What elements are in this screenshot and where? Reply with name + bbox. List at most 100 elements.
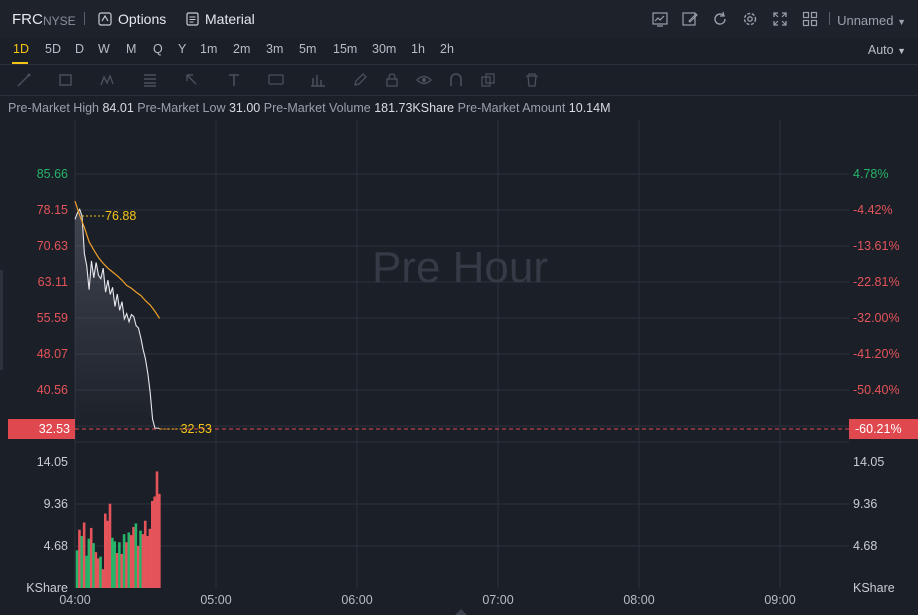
- current-percent-tag-label: -60.21%: [855, 422, 902, 436]
- volume-bar: [155, 471, 159, 588]
- tab-period-y[interactable]: Y: [178, 42, 186, 56]
- eye-icon[interactable]: [416, 72, 432, 88]
- premarket-stats: Pre-Market High 84.01 Pre-Market Low 31.…: [8, 101, 611, 115]
- volume-bar: [125, 542, 128, 588]
- material-label: Material: [205, 11, 255, 27]
- grid: [74, 120, 849, 588]
- percent-tick-label: 4.78%: [853, 167, 888, 181]
- tab-period-15m[interactable]: 15m: [333, 42, 357, 56]
- options-button[interactable]: Options: [98, 11, 166, 27]
- indicator-icon[interactable]: [651, 10, 669, 28]
- volume-bar: [115, 553, 119, 588]
- document-icon: [186, 12, 199, 26]
- volume-bar: [87, 538, 91, 588]
- layout-grid-icon[interactable]: [801, 10, 819, 28]
- volume-bar: [141, 534, 145, 588]
- time-tick-label: 06:00: [341, 593, 372, 607]
- fullscreen-icon[interactable]: [771, 10, 789, 28]
- volume-bar: [99, 556, 102, 588]
- tab-period-1d[interactable]: 1D: [13, 42, 29, 56]
- premarket-volume-value: 181.73KShare: [374, 101, 455, 115]
- tab-period-5d[interactable]: 5D: [45, 42, 61, 56]
- volume-tick-label: 4.68: [44, 539, 68, 553]
- premarket-volume-label: Pre-Market Volume: [263, 101, 371, 115]
- price-tick-label: 63.11: [38, 275, 68, 289]
- left-scroll-handle[interactable]: [0, 270, 3, 370]
- lock-icon[interactable]: [384, 72, 400, 88]
- percent-tick-label: -41.20%: [853, 347, 900, 361]
- volume-bar: [122, 534, 126, 588]
- volume-bar: [89, 527, 93, 588]
- pencil-icon[interactable]: [352, 72, 368, 88]
- volume-bar: [108, 503, 112, 588]
- refresh-icon[interactable]: [711, 10, 729, 28]
- high-callout-label: 76.88: [105, 209, 136, 223]
- tab-period-w[interactable]: W: [98, 42, 110, 56]
- options-label: Options: [118, 11, 167, 27]
- tab-period-2h[interactable]: 2h: [440, 42, 454, 56]
- volume-bar: [151, 501, 154, 588]
- volume-bar: [106, 520, 109, 588]
- measure-tool-icon[interactable]: [310, 72, 326, 88]
- rectangle-tool-icon[interactable]: [58, 72, 74, 88]
- trendline-tool-icon[interactable]: [16, 72, 32, 88]
- volume-bar: [139, 530, 142, 588]
- active-tab-indicator: [12, 62, 28, 64]
- tab-period-2m[interactable]: 2m: [233, 42, 250, 56]
- scale-mode-label: Auto: [867, 43, 894, 57]
- options-icon: [98, 12, 112, 26]
- premarket-amount-value: 10.14M: [568, 101, 611, 115]
- time-tick-label: 08:00: [623, 593, 654, 607]
- volume-bar: [153, 496, 156, 588]
- time-tick-label: 09:00: [764, 593, 795, 607]
- current-price-tag-label: 32.53: [39, 422, 70, 436]
- tab-period-d[interactable]: D: [75, 42, 84, 56]
- volume-bar: [75, 550, 79, 588]
- volume-bar: [111, 537, 114, 588]
- scale-mode-dropdown[interactable]: Auto ▼: [868, 43, 906, 57]
- symbol-ticker[interactable]: FRC: [12, 11, 43, 28]
- top-toolbar: FRC NYSE Options Material Unnamed ▼: [0, 0, 918, 39]
- volume-bar: [158, 493, 161, 588]
- tab-period-3m[interactable]: 3m: [266, 42, 283, 56]
- arrow-tool-icon[interactable]: [184, 72, 200, 88]
- tab-period-m[interactable]: M: [126, 42, 136, 56]
- divider: [84, 12, 85, 25]
- edit-icon[interactable]: [681, 10, 699, 28]
- volume-bar: [104, 513, 107, 588]
- layout-name-label: Unnamed: [837, 13, 894, 28]
- price-chart[interactable]: Pre Hour 76.88 32.53 85.66 78.15 70.63 63.11…: [0, 120, 918, 615]
- watermark: Pre Hour: [372, 243, 548, 292]
- trash-icon[interactable]: [524, 72, 540, 88]
- volume-tick-label: 9.36: [853, 497, 877, 511]
- price-tick-label: 70.63: [37, 239, 68, 253]
- text-tool-icon[interactable]: [226, 72, 242, 88]
- period-tabs: 1D 5D D W M Q Y 1m 2m 3m 5m 15m 30m 1h 2…: [0, 38, 918, 65]
- tab-period-5m[interactable]: 5m: [299, 42, 316, 56]
- percent-tick-label: -13.61%: [853, 239, 900, 253]
- layout-name-dropdown[interactable]: Unnamed ▼: [837, 13, 906, 28]
- material-button[interactable]: Material: [186, 11, 255, 27]
- pattern-tool-icon[interactable]: [100, 72, 116, 88]
- copy-icon[interactable]: [480, 72, 496, 88]
- price-tick-label: 55.59: [37, 311, 68, 325]
- percent-tick-label: -32.00%: [853, 311, 900, 325]
- fibonacci-tool-icon[interactable]: [142, 72, 158, 88]
- tab-period-q[interactable]: Q: [153, 42, 163, 56]
- caret-down-icon: ▼: [897, 17, 906, 27]
- annotation-tool-icon[interactable]: [268, 72, 284, 88]
- volume-bar: [136, 545, 140, 588]
- tab-period-30m[interactable]: 30m: [372, 42, 396, 56]
- gear-icon[interactable]: [741, 10, 759, 28]
- divider: [829, 12, 830, 25]
- time-scroll-handle[interactable]: [455, 609, 467, 615]
- current-callout-label: 32.53: [181, 422, 212, 436]
- premarket-low-value: 31.00: [228, 101, 261, 115]
- volume-tick-label: 14.05: [853, 455, 884, 469]
- volume-bar: [129, 535, 133, 588]
- tab-period-1m[interactable]: 1m: [200, 42, 217, 56]
- volume-bar: [143, 520, 147, 588]
- tab-period-1h[interactable]: 1h: [411, 42, 425, 56]
- percent-tick-label: -4.42%: [853, 203, 893, 217]
- magnet-icon[interactable]: [448, 72, 464, 88]
